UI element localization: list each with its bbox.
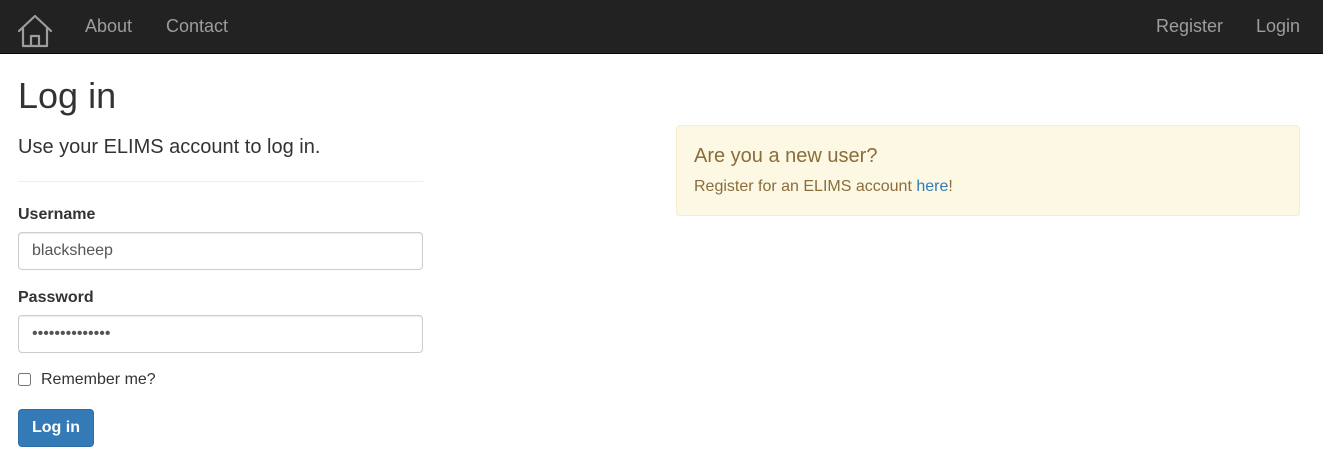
navbar: About Contact Register Login <box>0 0 1323 54</box>
page-subtitle: Use your ELIMS account to log in. <box>18 136 321 158</box>
register-text: Register for an ELIMS account <box>694 178 917 195</box>
register-panel-heading: Are you a new user? <box>694 145 878 167</box>
remember-me-label: Remember me? <box>41 371 156 388</box>
password-label: Password <box>18 289 94 306</box>
register-panel-text: Register for an ELIMS account here! <box>694 177 953 197</box>
remember-me-checkbox[interactable] <box>18 373 31 386</box>
nav-link-about[interactable]: About <box>85 16 132 36</box>
home-icon[interactable] <box>16 14 54 48</box>
nav-link-register[interactable]: Register <box>1156 16 1223 36</box>
username-input[interactable] <box>18 232 423 270</box>
divider <box>18 181 423 182</box>
register-panel: Are you a new user? Register for an ELIM… <box>676 125 1300 216</box>
register-here-link[interactable]: here <box>916 178 948 195</box>
password-input[interactable] <box>18 315 423 353</box>
nav-link-login[interactable]: Login <box>1256 16 1300 36</box>
page-title: Log in <box>18 75 117 116</box>
username-label: Username <box>18 206 96 223</box>
login-button[interactable]: Log in <box>18 409 94 447</box>
nav-link-contact[interactable]: Contact <box>166 16 228 36</box>
register-text-end: ! <box>948 178 953 195</box>
